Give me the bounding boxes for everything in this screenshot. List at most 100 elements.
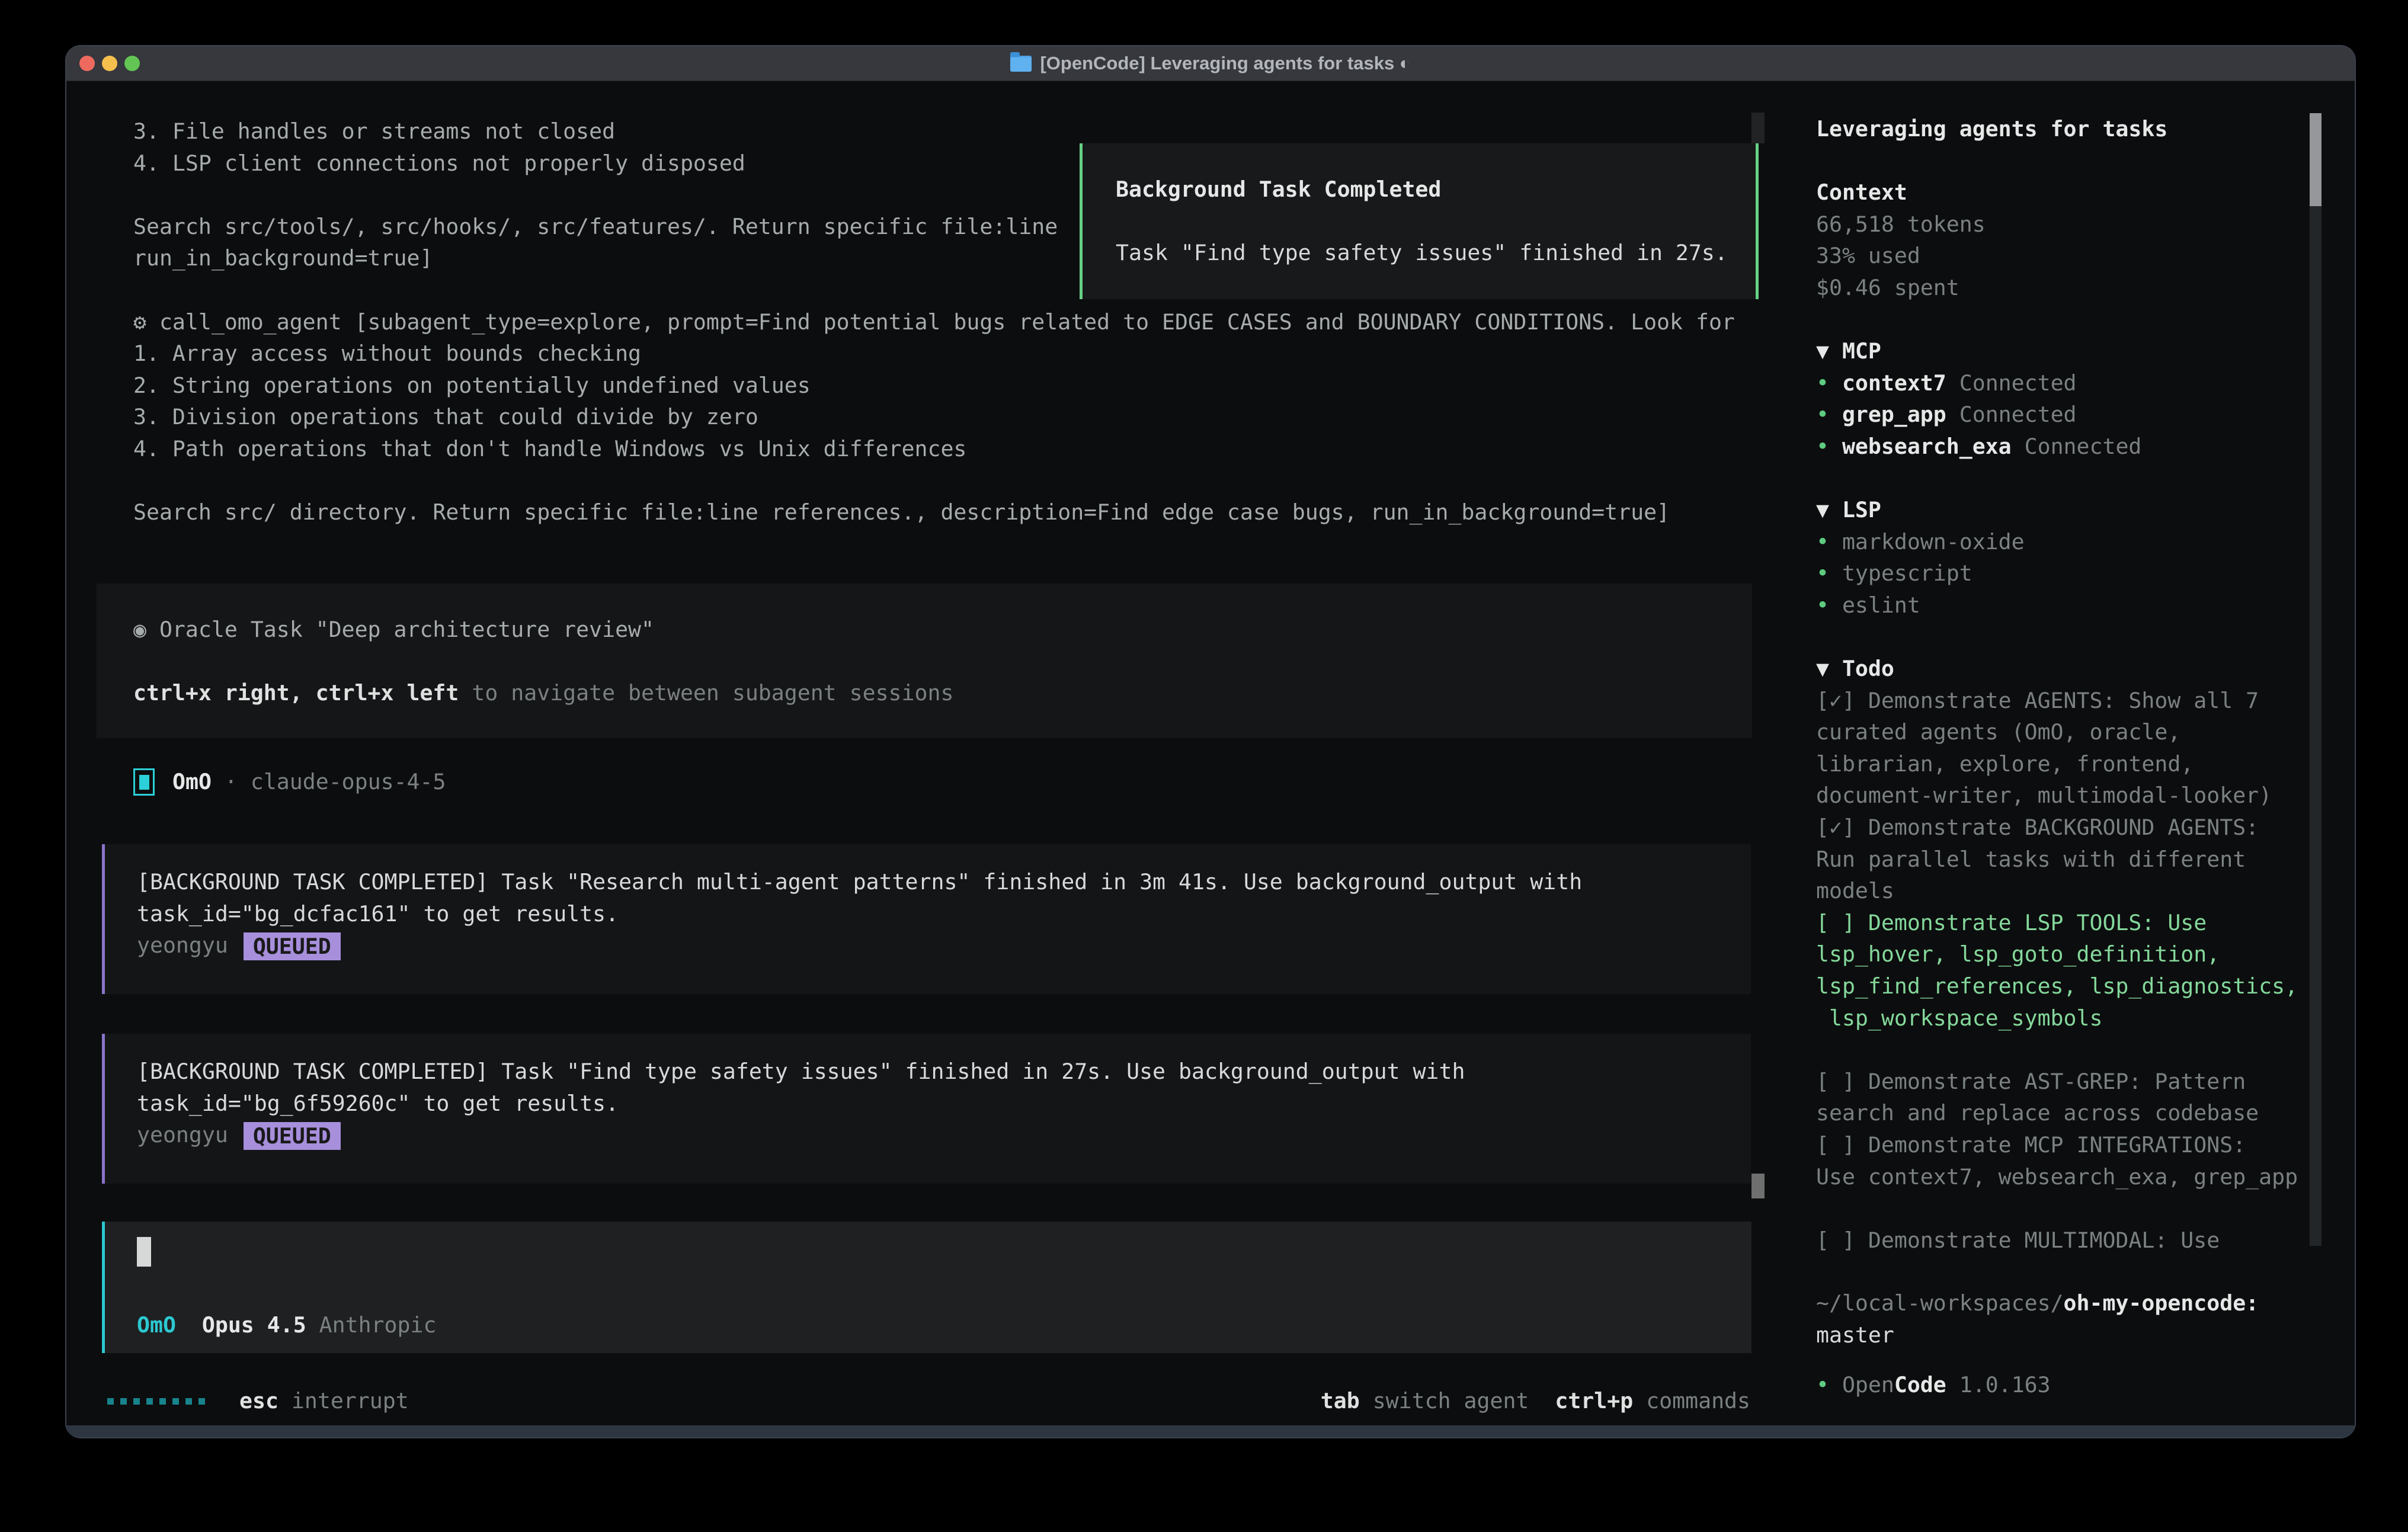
- text-segment: •: [1816, 402, 1842, 427]
- text-segment: 3. File handles or streams not closed: [133, 118, 615, 144]
- terminal-line: Task "Find type safety issues" finished …: [1116, 237, 1744, 269]
- main-scrollbar-thumb[interactable]: [1751, 1174, 1765, 1198]
- terminal-line: [133, 465, 1735, 497]
- terminal-line: [1816, 145, 2298, 177]
- sidebar-scrollbar-thumb[interactable]: [2310, 113, 2321, 206]
- prompt-input[interactable]: OmO Opus 4.5 Anthropic: [102, 1222, 1751, 1353]
- text-segment: Connected: [1946, 370, 2077, 396]
- text-segment: Context: [1816, 180, 1907, 205]
- terminal-line: lsp_hover, lsp_goto_definition,: [1816, 938, 2298, 970]
- terminal-line: 3. File handles or streams not closed: [133, 116, 1735, 148]
- status-right: tab switch agent ctrl+p commands: [1321, 1385, 1750, 1417]
- text-segment: ▼ Todo: [1816, 656, 1894, 681]
- text-segment: [ ] Demonstrate MULTIMODAL: Use: [1816, 1227, 2220, 1253]
- text-segment: yeongyu: [137, 1122, 228, 1148]
- terminal-line: ◉ Oracle Task "Deep architecture review": [133, 614, 1752, 646]
- text-segment: 33% used: [1816, 243, 1920, 268]
- window-bottom-edge: [66, 1425, 2355, 1437]
- text-segment: ctrl+p: [1555, 1388, 1633, 1414]
- terminal-line: • context7 Connected: [1816, 367, 2298, 399]
- text-segment: Open: [1842, 1372, 1894, 1398]
- text-segment: lsp_find_references, lsp_diagnostics,: [1816, 973, 2298, 999]
- agent-session-header: OmO · claude-opus-4-5: [133, 766, 446, 798]
- terminal-line: task_id="bg_dcfac161" to get results.: [137, 898, 1751, 930]
- text-segment: 1.0.163: [1946, 1372, 2051, 1398]
- text-segment: oh-my-opencode:: [2064, 1290, 2259, 1316]
- terminal-line: [ ] Demonstrate MCP INTEGRATIONS:: [1816, 1129, 2298, 1161]
- terminal-line: 1. Array access without bounds checking: [133, 338, 1735, 370]
- terminal-content: 3. File handles or streams not closed4. …: [66, 81, 2355, 1425]
- terminal-line: [BACKGROUND TASK COMPLETED] Task "Find t…: [137, 1056, 1751, 1088]
- text-segment: •: [1816, 370, 1842, 396]
- terminal-line: search and replace across codebase: [1816, 1097, 2298, 1129]
- terminal-line: document-writer, multimodal-looker): [1816, 780, 2298, 812]
- terminal-line: [✓] Demonstrate AGENTS: Show all 7: [1816, 685, 2298, 717]
- background-task-notification: Background Task Completed Task "Find typ…: [1080, 143, 1759, 299]
- text-segment: commands: [1633, 1388, 1750, 1414]
- text-segment: Run parallel tasks with different: [1816, 847, 2246, 872]
- terminal-line: [1816, 463, 2298, 495]
- text-segment: Leveraging agents for tasks: [1816, 116, 2167, 142]
- status-left: esc interrupt: [107, 1385, 409, 1417]
- text-segment: [ ] Demonstrate MCP INTEGRATIONS:: [1816, 1132, 2246, 1158]
- terminal-window: [OpenCode] Leveraging agents for tasks ◐…: [66, 46, 2355, 1437]
- text-segment: [BACKGROUND TASK COMPLETED] Task "Find t…: [137, 1059, 1465, 1084]
- terminal-line: Background Task Completed: [1116, 174, 1744, 206]
- text-segment: [✓] Demonstrate AGENTS: Show all 7: [1816, 688, 2259, 713]
- terminal-line: 33% used: [1816, 240, 2298, 272]
- terminal-line: Context: [1816, 177, 2298, 209]
- text-segment: markdown-oxide: [1842, 529, 2025, 555]
- text-segment: run_in_background=true]: [133, 245, 433, 271]
- text-segment: task_id="bg_6f59260c" to get results.: [137, 1091, 619, 1116]
- title-bar[interactable]: [OpenCode] Leveraging agents for tasks ◐: [66, 46, 2355, 81]
- terminal-line: task_id="bg_6f59260c" to get results.: [137, 1088, 1751, 1120]
- terminal-line: lsp_find_references, lsp_diagnostics,: [1816, 970, 2298, 1002]
- terminal-line: yeongyuQUEUED: [137, 930, 1751, 961]
- oracle-task-banner: ◉ Oracle Task "Deep architecture review"…: [97, 584, 1752, 738]
- text-segment: search and replace across codebase: [1816, 1100, 2259, 1126]
- app-version: • OpenCode 1.0.163: [1816, 1369, 2051, 1401]
- status-badge: QUEUED: [244, 1122, 341, 1150]
- folder-icon: [1010, 56, 1032, 72]
- message-block-type-safety: [BACKGROUND TASK COMPLETED] Task "Find t…: [102, 1034, 1751, 1184]
- progress-spinner: [107, 1398, 205, 1405]
- sidebar-scrollbar-track[interactable]: [2310, 113, 2321, 1246]
- text-segment: •: [1816, 592, 1842, 618]
- text-segment: to navigate between subagent sessions: [459, 680, 953, 706]
- text-segment: [1529, 1388, 1555, 1414]
- terminal-line: models: [1816, 875, 2298, 907]
- interrupt-hint: esc interrupt: [239, 1385, 409, 1417]
- text-segment: typescript: [1842, 560, 1972, 586]
- text-segment: 2. String operations on potentially unde…: [133, 373, 811, 398]
- text-segment: ctrl+x right, ctrl+x left: [133, 680, 459, 706]
- text-segment: eslint: [1842, 592, 1920, 618]
- text-segment: Task "Find type safety issues" finished …: [1116, 240, 1728, 265]
- text-segment: 66,518 tokens: [1816, 211, 1986, 237]
- workspace-path: ~/local-workspaces/oh-my-opencode:master: [1816, 1287, 2259, 1351]
- text-segment: 1. Array access without bounds checking: [133, 341, 641, 366]
- terminal-line: ▼ LSP: [1816, 494, 2298, 526]
- text-segment: [✓] Demonstrate BACKGROUND AGENTS:: [1816, 815, 2259, 840]
- terminal-line: [1116, 206, 1744, 238]
- terminal-line: Run parallel tasks with different: [1816, 844, 2298, 876]
- text-segment: yeongyu: [137, 932, 228, 958]
- text-segment: Search src/tools/, src/hooks/, src/featu…: [133, 214, 1058, 239]
- terminal-line: 66,518 tokens: [1816, 209, 2298, 241]
- terminal-line: ⚙ call_omo_agent [subagent_type=explore,…: [133, 306, 1735, 338]
- main-scrollbar-track-segment[interactable]: [1751, 113, 1765, 143]
- text-segment: document-writer, multimodal-looker): [1816, 783, 2272, 808]
- text-segment: interrupt: [278, 1388, 409, 1414]
- text-segment: task_id="bg_dcfac161" to get results.: [137, 901, 619, 927]
- text-segment: Connected: [2012, 434, 2142, 459]
- text-segment: Code: [1894, 1372, 1946, 1398]
- terminal-line: [✓] Demonstrate BACKGROUND AGENTS:: [1816, 812, 2298, 844]
- text-cursor: [137, 1237, 151, 1267]
- text-segment: ▼ LSP: [1816, 497, 1881, 523]
- text-segment: · claude-opus-4-5: [212, 769, 446, 794]
- text-segment: [ ] Demonstrate LSP TOOLS: Use: [1816, 910, 2207, 935]
- terminal-line: [133, 646, 1752, 678]
- text-segment: Connected: [1946, 402, 2077, 427]
- text-segment: lsp_workspace_symbols: [1816, 1005, 2102, 1031]
- text-segment: websearch_exa: [1842, 434, 2012, 459]
- terminal-line: lsp_workspace_symbols: [1816, 1002, 2298, 1034]
